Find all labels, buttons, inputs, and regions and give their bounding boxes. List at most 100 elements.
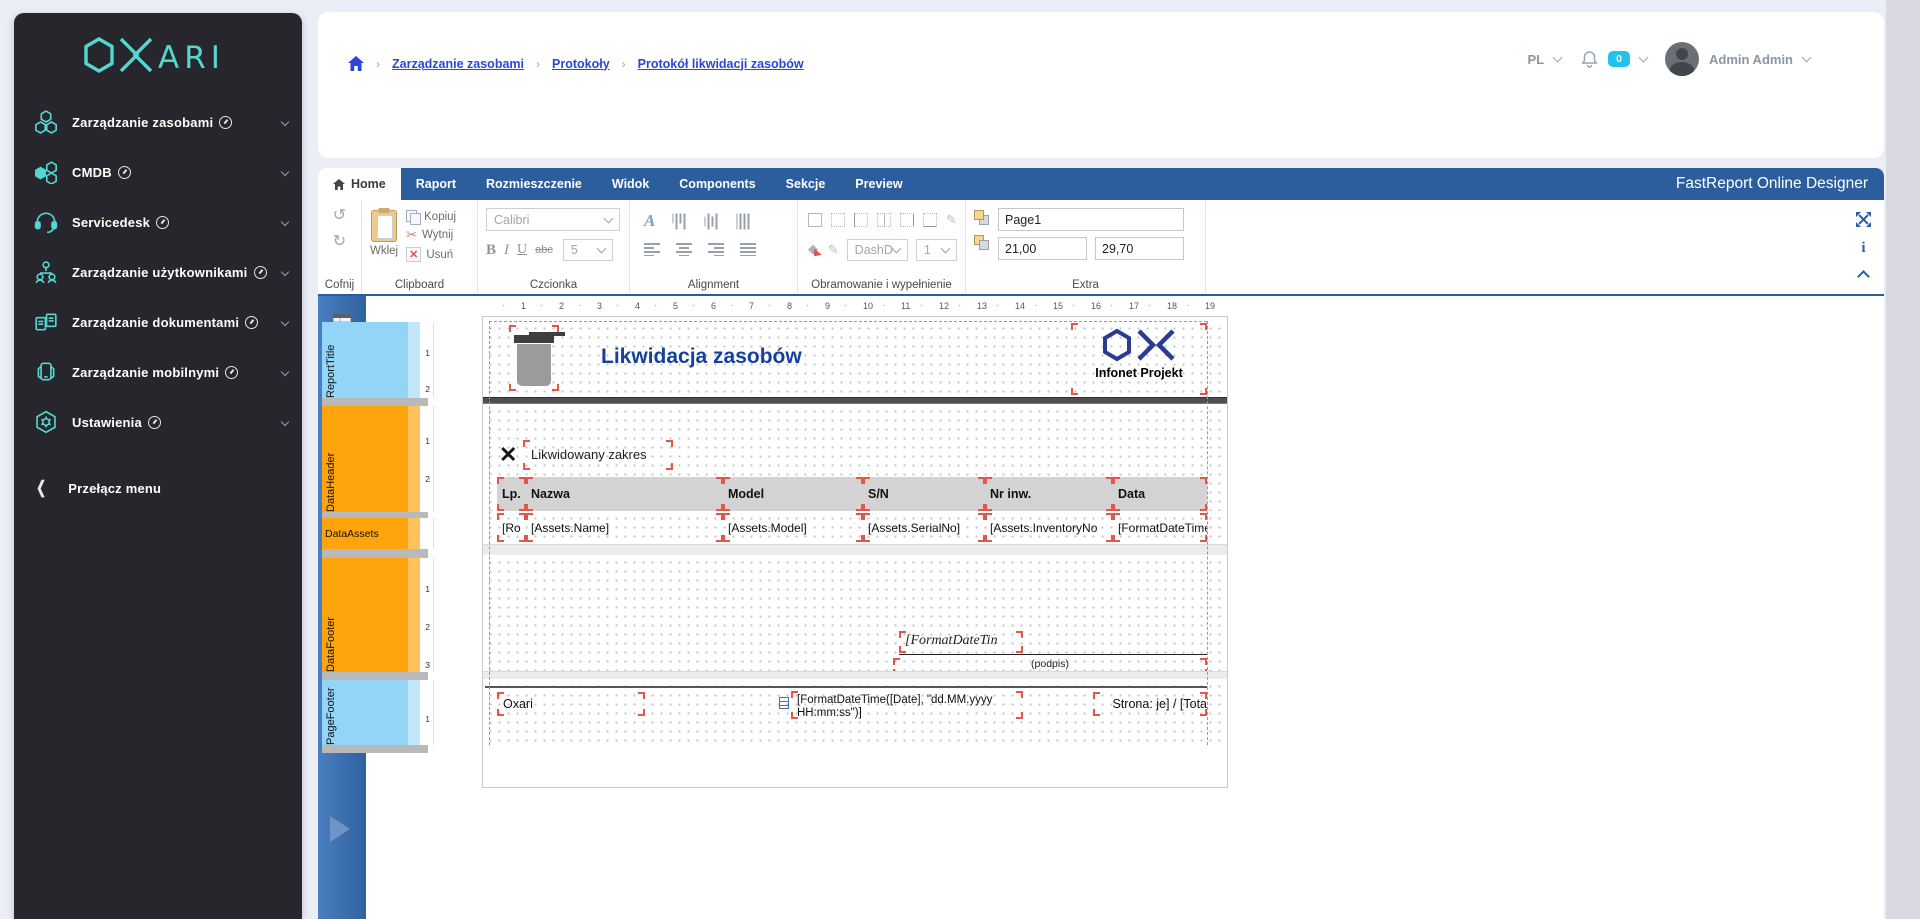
border-width-select[interactable]: 1 [915, 239, 957, 261]
border-color-icon[interactable]: ✎ [828, 242, 839, 258]
border-style-select[interactable]: DashD [846, 239, 908, 261]
x-mark-image[interactable]: ✕ [499, 442, 517, 468]
chevron-down-icon[interactable] [1638, 52, 1649, 63]
redo-icon[interactable]: ↻ [333, 234, 346, 250]
col-header-data[interactable]: Data [1113, 477, 1207, 511]
font-color-button[interactable]: A [644, 211, 655, 231]
col-header-sn[interactable]: S/N [863, 477, 985, 511]
band-separator[interactable] [322, 745, 428, 753]
band-label-pagefooter[interactable]: 1 PageFooter [322, 680, 434, 745]
band-divider-light[interactable] [483, 544, 1227, 555]
report-page[interactable]: Likwidacja zasobów Infonet Projekt ✕ Lik… [482, 316, 1228, 788]
font-family-select[interactable]: Calibri [486, 208, 620, 231]
cell-row-number[interactable]: [Ro [497, 513, 526, 542]
strikethrough-button[interactable]: abc [535, 244, 553, 256]
band-dataheader[interactable]: ✕ Likwidowany zakres Lp. Nazwa Model S/N… [483, 404, 1227, 511]
cut-button[interactable]: ✂ Wytnij [406, 227, 456, 243]
border-all-button[interactable] [808, 213, 822, 227]
trash-picture-object[interactable] [509, 325, 559, 391]
section-label-object[interactable]: Likwidowany zakres [523, 440, 673, 470]
notification-badge[interactable]: 0 [1608, 51, 1630, 67]
font-size-select[interactable]: 5 [562, 239, 613, 261]
border-inner-button[interactable] [877, 213, 891, 227]
valign-top-button[interactable] [672, 213, 686, 229]
report-title-text[interactable]: Likwidacja zasobów [601, 345, 802, 369]
border-draw-icon[interactable]: ✎ [946, 212, 957, 228]
band-separator[interactable] [322, 398, 428, 406]
band-separator[interactable] [322, 549, 428, 558]
tab-widok[interactable]: Widok [597, 168, 664, 200]
fill-bucket-icon[interactable] [808, 241, 820, 257]
paste-button[interactable]: Wklej [370, 208, 398, 276]
page-name-input[interactable] [998, 208, 1184, 231]
info-icon[interactable]: i [1861, 240, 1865, 257]
col-header-nrinw[interactable]: Nr inw. [985, 477, 1113, 511]
pagefooter-left-object[interactable]: Oxari [497, 692, 645, 716]
align-justify-button[interactable] [740, 242, 756, 256]
breadcrumb-link-zasoby[interactable]: Zarządzanie zasobami [392, 57, 524, 71]
page-scrollbar-track[interactable] [1886, 0, 1920, 919]
bring-to-front-icon[interactable] [974, 210, 990, 226]
cell-asset-name[interactable]: [Assets.Name] [526, 513, 723, 542]
band-reporttitle[interactable]: Likwidacja zasobów Infonet Projekt [483, 321, 1227, 397]
logo-object[interactable]: Infonet Projekt [1071, 323, 1207, 395]
col-header-lp[interactable]: Lp. [497, 477, 526, 511]
italic-button[interactable]: I [504, 242, 509, 259]
page-width-input[interactable] [998, 237, 1087, 260]
send-to-back-icon[interactable] [974, 235, 990, 251]
sidebar-item-zarzadzanie-mobilnymi[interactable]: Zarządzanie mobilnymi [14, 347, 302, 397]
col-header-nazwa[interactable]: Nazwa [526, 477, 723, 511]
valign-bottom-button[interactable] [736, 213, 750, 229]
border-right-button[interactable] [900, 213, 914, 227]
breadcrumb-link-current[interactable]: Protokół likwidacji zasobów [638, 57, 804, 71]
page-height-input[interactable] [1095, 237, 1184, 260]
footer-date-object[interactable]: [FormatDateTin [899, 631, 1023, 653]
align-right-button[interactable] [708, 242, 724, 256]
cell-asset-inventory[interactable]: [Assets.InventoryNo [985, 513, 1113, 542]
band-label-dataheader[interactable]: 1 2 DataHeader [322, 406, 434, 512]
sidebar-item-zarzadzanie-dokumentami[interactable]: Zarządzanie dokumentami [14, 297, 302, 347]
sidebar-item-cmdb[interactable]: CMDB [14, 147, 302, 197]
band-label-datafooter[interactable]: 1 2 3 DataFooter [322, 558, 434, 672]
tab-components[interactable]: Components [664, 168, 770, 200]
col-header-model[interactable]: Model [723, 477, 863, 511]
avatar[interactable] [1664, 42, 1699, 76]
band-label-reporttitle[interactable]: 1 2 ReportTitle [322, 322, 434, 398]
valign-middle-button[interactable] [704, 213, 718, 229]
cell-asset-model[interactable]: [Assets.Model] [723, 513, 863, 542]
sidebar-item-servicedesk[interactable]: Servicedesk [14, 197, 302, 247]
cell-asset-serial[interactable]: [Assets.SerialNo] [863, 513, 985, 542]
band-divider-dark[interactable] [483, 397, 1227, 404]
underline-button[interactable]: U [517, 242, 527, 258]
collapse-ribbon-icon[interactable] [1857, 270, 1870, 283]
cell-asset-date[interactable]: [FormatDateTime [1113, 513, 1207, 542]
pagefooter-pagenum-object[interactable]: Strona: je] / [Tota [1093, 692, 1207, 716]
border-none-button[interactable] [831, 213, 845, 227]
border-bottom-button[interactable] [923, 213, 937, 227]
band-label-dataassets[interactable]: DataAssets [322, 518, 434, 549]
sidebar-item-ustawienia[interactable]: Ustawienia [14, 397, 302, 447]
signature-line[interactable] [899, 654, 1207, 655]
delete-button[interactable]: ✕ Usuń [406, 247, 456, 262]
bold-button[interactable]: B [486, 242, 496, 259]
tab-preview[interactable]: Preview [840, 168, 917, 200]
chevron-down-icon[interactable] [1801, 52, 1812, 63]
language-selector[interactable]: PL [1528, 52, 1545, 67]
tab-home[interactable]: Home [318, 168, 401, 200]
band-separator[interactable] [322, 672, 428, 680]
tab-raport[interactable]: Raport [401, 168, 471, 200]
pagefooter-datetime-object[interactable]: [FormatDateTime([Date], "dd.MM.yyyy HH:m… [791, 691, 1023, 719]
band-divider-light[interactable] [483, 671, 1227, 679]
home-icon[interactable] [348, 56, 364, 71]
pagefooter-line[interactable] [485, 686, 1207, 688]
copy-button[interactable]: Kopiuj [406, 210, 456, 225]
sidebar-item-zarzadzanie-uzytkownikami[interactable]: Zarządzanie użytkownikami [14, 247, 302, 297]
align-center-button[interactable] [676, 242, 692, 256]
align-left-button[interactable] [644, 242, 660, 256]
menu-toggle[interactable]: ❮ Przełącz menu [14, 465, 302, 511]
sidebar-item-zarzadzanie-zasobami[interactable]: Zarządzanie zasobami [14, 97, 302, 147]
border-left-button[interactable] [854, 213, 868, 227]
tab-rozmieszczenie[interactable]: Rozmieszczenie [471, 168, 597, 200]
breadcrumb-link-protokoly[interactable]: Protokoły [552, 57, 610, 71]
undo-icon[interactable]: ↺ [333, 208, 346, 224]
